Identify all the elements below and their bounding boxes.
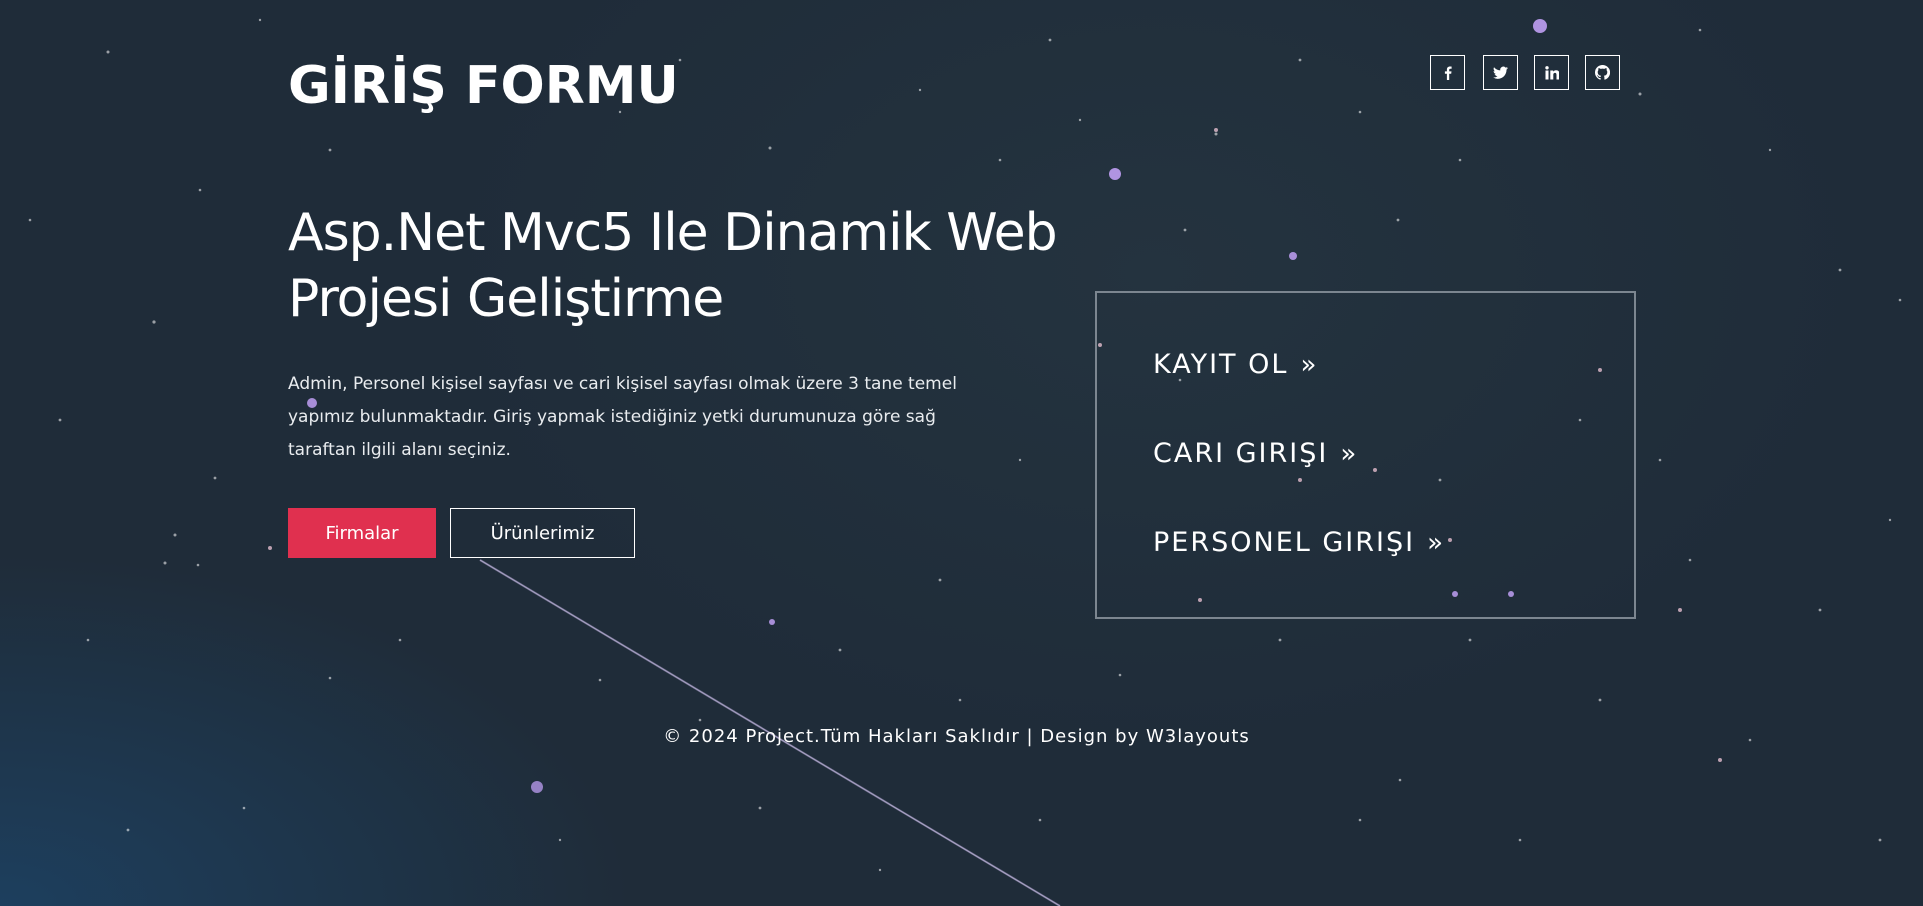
urunlerimiz-button[interactable]: Ürünlerimiz (450, 508, 635, 558)
personel-login-link-label: PERSONEL GIRIŞI (1153, 527, 1416, 558)
twitter-button[interactable] (1483, 55, 1518, 90)
hero-description: Admin, Personel kişisel sayfası ve cari … (288, 374, 957, 460)
login-options-box: KAYIT OL » CARI GIRIŞI » PERSONEL GIRIŞI » (1095, 291, 1636, 619)
chevron-right-icon: » (1427, 528, 1446, 558)
twitter-icon (1493, 66, 1508, 79)
footer-copyright: © 2024 Project.Tüm Hakları Saklıdır | De… (663, 726, 1250, 747)
cari-login-link[interactable]: CARI GIRIŞI » (1153, 438, 1358, 469)
personel-login-link[interactable]: PERSONEL GIRIŞI » (1153, 527, 1445, 558)
register-link-label: KAYIT OL (1153, 349, 1289, 380)
facebook-button[interactable] (1430, 55, 1465, 90)
register-link[interactable]: KAYIT OL » (1153, 349, 1318, 380)
facebook-icon (1444, 66, 1452, 80)
firmalar-button[interactable]: Firmalar (288, 508, 436, 558)
hero-title: Asp.Net Mvc5 Ile Dinamik Web Projesi Gel… (288, 203, 1058, 329)
github-button[interactable] (1585, 55, 1620, 90)
social-links (1430, 55, 1620, 90)
chevron-right-icon: » (1300, 350, 1319, 380)
cari-login-link-label: CARI GIRIŞI (1153, 438, 1329, 469)
linkedin-button[interactable] (1534, 55, 1569, 90)
linkedin-icon (1544, 65, 1559, 79)
chevron-right-icon: » (1340, 439, 1359, 469)
github-icon (1595, 65, 1610, 80)
footer: © 2024 Project.Tüm Hakları Saklıdır | De… (0, 726, 1923, 747)
site-logo[interactable]: GİRİŞ FORMU (288, 56, 679, 116)
